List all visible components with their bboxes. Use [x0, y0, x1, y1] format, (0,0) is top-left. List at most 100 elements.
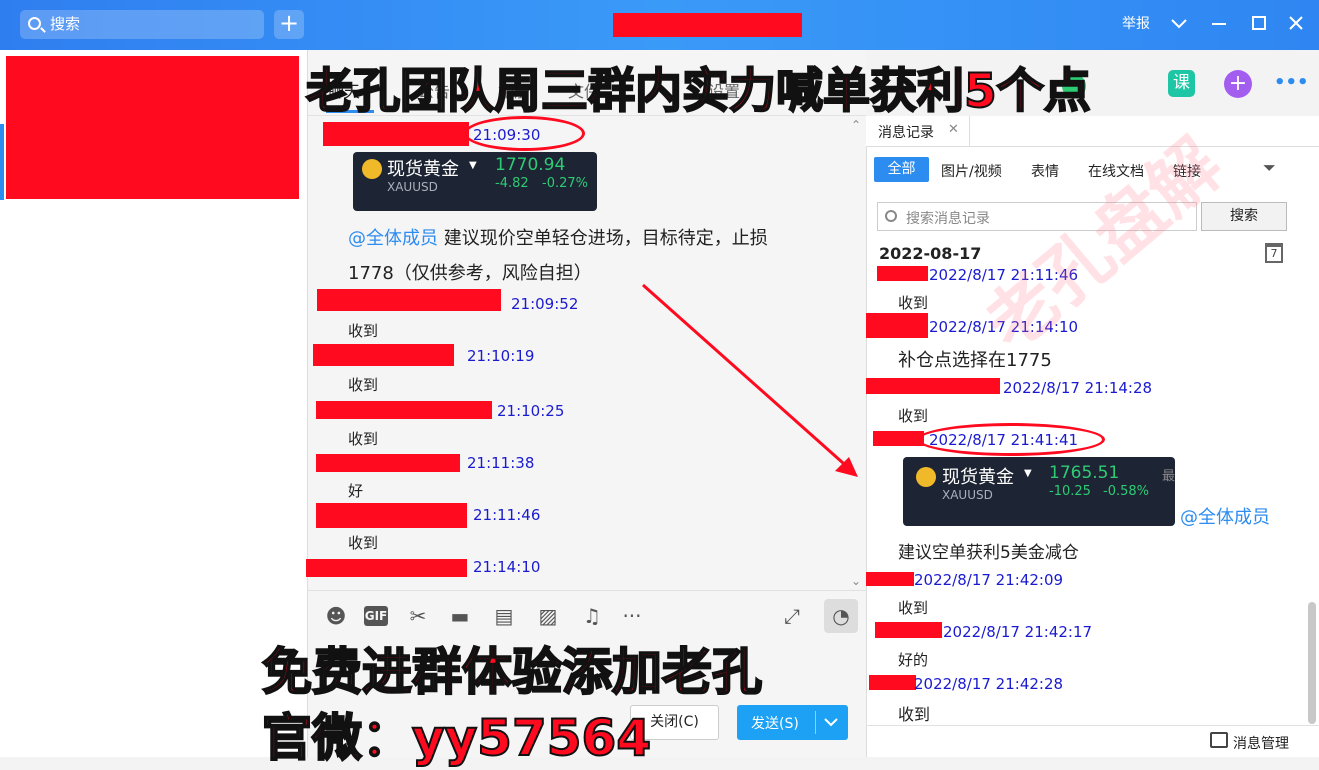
filter-icon[interactable]: ⏷: [1263, 158, 1276, 178]
message-time: 21:14:10: [473, 558, 541, 576]
advice-message: @全体成员 建议现价空单轻仓进场，目标待定，止损: [348, 224, 768, 250]
close-window-button[interactable]: [1287, 12, 1305, 43]
send-options-chevron-icon[interactable]: [823, 710, 839, 738]
more-tools-icon[interactable]: ···: [620, 604, 644, 628]
message-time: 21:10:19: [467, 347, 535, 365]
redacted-sender: [869, 675, 916, 690]
message-manage-icon[interactable]: [1210, 732, 1228, 748]
close-tab-icon[interactable]: ✕: [948, 122, 959, 137]
redacted-sender: [313, 344, 454, 366]
mention[interactable]: @全体成员: [1180, 503, 1270, 529]
caret-down-icon: ▼: [1024, 468, 1032, 479]
message-time: 21:09:52: [511, 295, 579, 313]
quote-change: -4.82: [495, 176, 529, 191]
history-text: 收到: [898, 705, 931, 724]
quote-change-pct: -0.27%: [542, 176, 588, 191]
quote-code: XAUUSD: [387, 180, 438, 194]
redacted-conversation[interactable]: [6, 56, 299, 199]
scissors-icon[interactable]: ✂: [406, 604, 430, 628]
message-text: 收到: [348, 430, 379, 448]
history-clock-icon[interactable]: ◔: [824, 599, 858, 633]
quote-cut-label: 最: [1162, 469, 1176, 484]
history-time: 2022/8/17 21:42:09: [914, 571, 1064, 589]
redacted-sender: [875, 622, 942, 638]
quote-change-pct: -0.58%: [1103, 484, 1149, 499]
quote-name: 现货黄金: [942, 467, 1014, 488]
emoji-icon[interactable]: ☻: [324, 604, 348, 628]
redacted-sender: [866, 572, 914, 586]
send-button[interactable]: 发送(S): [751, 713, 799, 733]
redacted-sender: [306, 559, 467, 577]
message-time: 21:11:46: [473, 506, 541, 524]
redacted-sender: [317, 289, 501, 311]
image-icon[interactable]: ▨: [536, 604, 560, 628]
headline-overlay: 老孔团队周三群内实力喊单获利5个点: [305, 63, 1092, 120]
caret-down-icon: ▼: [469, 160, 477, 171]
message-text: 收到: [348, 322, 379, 340]
search-placeholder: 搜索: [50, 15, 81, 33]
divider: [866, 725, 1319, 726]
message-time: 21:11:38: [467, 454, 535, 472]
advice-line-1: 建议现价空单轻仓进场，目标待定，止损: [438, 228, 768, 249]
redacted-sender: [316, 454, 460, 472]
document-icon[interactable]: ▤: [492, 604, 516, 628]
more-icon[interactable]: •••: [1274, 72, 1309, 93]
gif-icon[interactable]: GIF: [364, 606, 388, 626]
history-text: 收到: [898, 599, 929, 617]
message-text: 收到: [348, 376, 379, 394]
history-scrollbar[interactable]: [1308, 602, 1316, 724]
history-text: 好的: [898, 651, 929, 669]
history-tab-title: 消息记录: [878, 125, 934, 141]
filter-all[interactable]: 全部: [874, 157, 929, 182]
promo-line-2: 官微：yy57564: [261, 708, 652, 768]
redacted-sender: [323, 122, 469, 146]
message-text: 好: [348, 482, 364, 500]
history-search-placeholder: 搜索消息记录: [906, 211, 990, 227]
filter-media[interactable]: 图片/视频: [941, 161, 1002, 181]
quote-name: 现货黄金: [387, 159, 459, 180]
search-input[interactable]: 搜索: [20, 10, 264, 39]
redacted-window-title: [613, 13, 802, 37]
quote-card[interactable]: 现货黄金 ▼ XAUUSD 1770.94 -4.82 -0.27%: [353, 152, 597, 211]
report-link[interactable]: 举报: [1122, 12, 1150, 36]
highlight-ellipse: [917, 423, 1105, 456]
quote-price: 1770.94: [495, 155, 566, 175]
filter-stickers[interactable]: 表情: [1031, 161, 1059, 181]
collapse-down-icon[interactable]: ⌄: [851, 574, 861, 588]
active-indicator: [0, 124, 4, 200]
quote-code: XAUUSD: [942, 488, 993, 502]
send-button-group: 发送(S): [737, 705, 848, 740]
create-button[interactable]: +: [274, 10, 304, 39]
history-time: 2022/8/17 21:42:17: [943, 623, 1093, 641]
expand-icon[interactable]: ⤢: [780, 604, 804, 628]
history-text: 建议空单获利5美金减仓: [898, 543, 1079, 563]
divider: [866, 146, 1319, 147]
quote-price: 1765.51: [1049, 463, 1120, 483]
minimize-button[interactable]: [1210, 12, 1228, 43]
history-text: 收到: [898, 294, 929, 312]
red-arrow: [642, 283, 858, 477]
divider: [815, 711, 816, 734]
promo-line-1: 免费进群体验添加老孔: [261, 642, 763, 702]
history-text: 收到: [898, 407, 929, 425]
maximize-button[interactable]: [1250, 12, 1268, 43]
quote-card[interactable]: 现货黄金 ▼ XAUUSD 1765.51 -10.25 -0.58% 最: [903, 457, 1175, 526]
gold-coin-icon: [916, 467, 936, 487]
bell-icon[interactable]: ♫: [580, 604, 604, 628]
redacted-sender: [316, 503, 467, 528]
history-time: 2022/8/17 21:42:28: [914, 675, 1064, 693]
quote-change: -10.25: [1049, 484, 1091, 499]
message-manage-link[interactable]: 消息管理: [1233, 733, 1289, 753]
course-icon[interactable]: 课: [1168, 70, 1195, 97]
message-time: 21:10:25: [497, 402, 565, 420]
mention[interactable]: @全体成员: [348, 228, 438, 249]
advice-line-2: 1778（仅供参考，风险自担）: [348, 263, 592, 284]
add-app-icon[interactable]: +: [1224, 70, 1252, 98]
redacted-sender: [866, 313, 928, 338]
search-icon: [28, 17, 41, 30]
chevron-down-icon[interactable]: [1170, 12, 1188, 43]
folder-icon[interactable]: ▬: [448, 604, 472, 628]
calendar-icon[interactable]: 7: [1265, 243, 1283, 263]
search-icon: [885, 210, 897, 222]
redacted-sender: [877, 266, 928, 281]
